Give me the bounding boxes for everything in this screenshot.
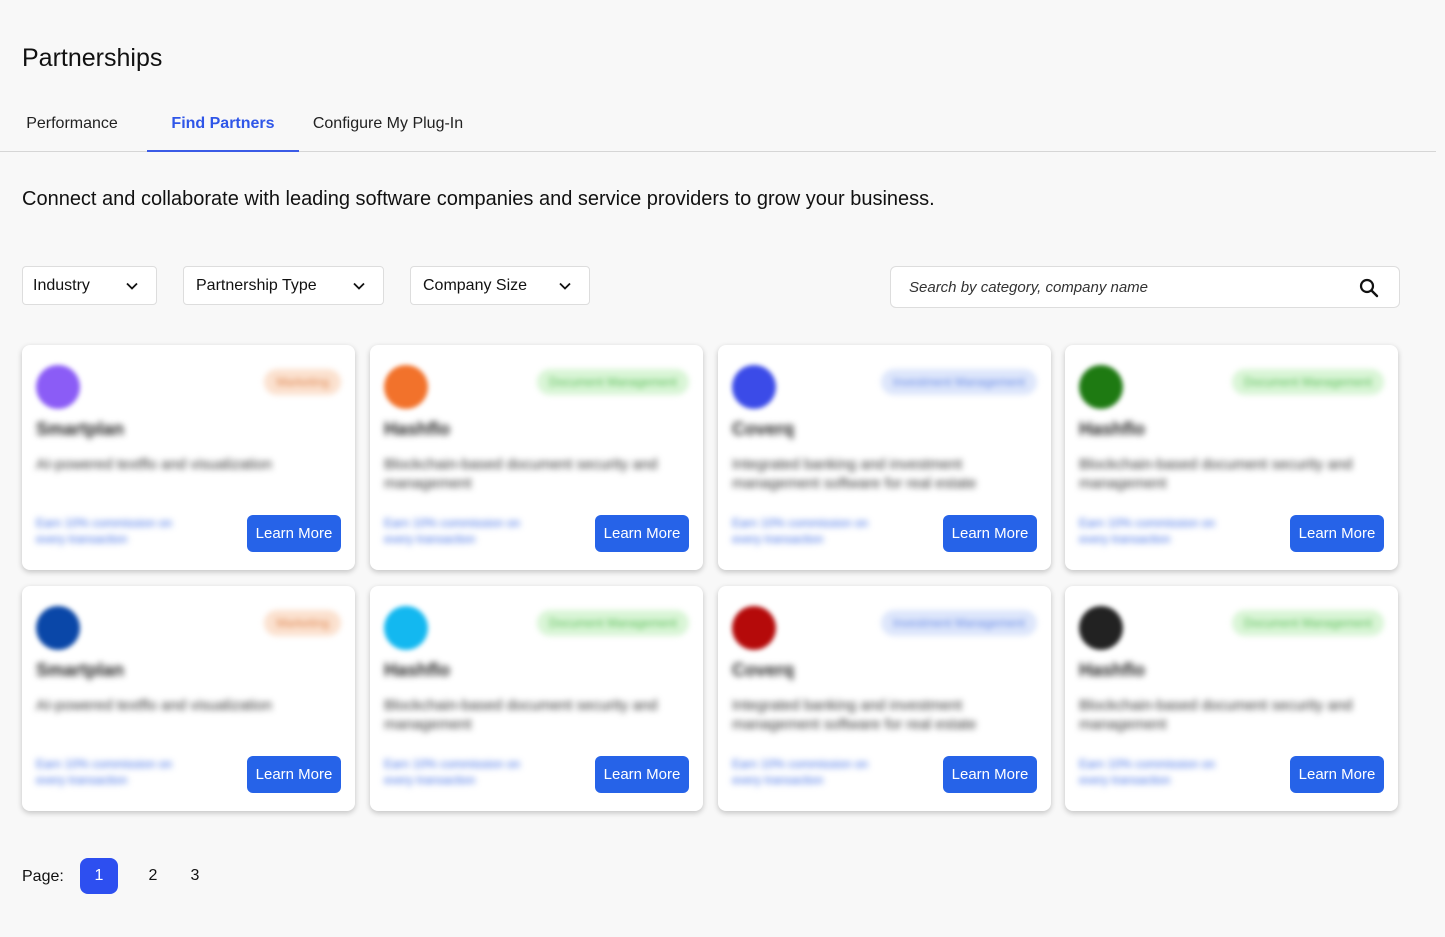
- tab-performance[interactable]: Performance: [18, 103, 126, 151]
- company-logo: [1079, 606, 1123, 650]
- tab-find-partners[interactable]: Find Partners: [147, 103, 299, 152]
- chevron-down-icon: [126, 282, 138, 290]
- learn-more-button[interactable]: Learn More: [1290, 515, 1384, 552]
- company-description: Blockchain-based document security and m…: [1079, 456, 1353, 492]
- page-button-2[interactable]: 2: [134, 858, 172, 894]
- company-description: AI-powered textflo and visualization: [36, 697, 272, 714]
- company-name: Coverq: [732, 419, 795, 439]
- commission-text: Earn 10% commission on every transaction: [1079, 516, 1216, 546]
- commission-text: Earn 10% commission on every transaction: [384, 516, 521, 546]
- partner-card[interactable]: Document Management Hashflo Blockchain-bas…: [1065, 345, 1398, 570]
- company-name: Hashflo: [1079, 419, 1146, 439]
- tab-bar: Performance Find Partners Configure My P…: [0, 103, 1436, 152]
- company-name: Smartplan: [36, 660, 125, 680]
- commission-text: Earn 10% commission on every transaction: [384, 757, 521, 787]
- company-size-dropdown-label: Company Size: [423, 277, 528, 294]
- learn-more-button[interactable]: Learn More: [1290, 756, 1384, 793]
- category-tag: Document Management: [1231, 369, 1384, 395]
- learn-more-button[interactable]: Learn More: [247, 515, 341, 552]
- pagination-label: Page:: [22, 868, 64, 885]
- intro-text: Connect and collaborate with leading sof…: [22, 188, 935, 210]
- company-name: Hashflo: [384, 419, 451, 439]
- category-tag: Investment Management: [880, 610, 1037, 636]
- company-name: Hashflo: [384, 660, 451, 680]
- industry-dropdown[interactable]: Industry: [22, 266, 157, 305]
- learn-more-button[interactable]: Learn More: [595, 515, 689, 552]
- commission-text: Earn 10% commission on every transaction: [1079, 757, 1216, 787]
- industry-dropdown-label: Industry: [33, 277, 90, 294]
- company-name: Hashflo: [1079, 660, 1146, 680]
- commission-text: Earn 10% commission on every transaction: [732, 516, 869, 546]
- company-description: Integrated banking and investment manage…: [732, 697, 977, 733]
- company-description: Blockchain-based document security and m…: [1079, 697, 1353, 733]
- search-input[interactable]: [909, 267, 1349, 307]
- commission-text: Earn 10% commission on every transaction: [732, 757, 869, 787]
- company-logo: [732, 365, 776, 409]
- page-title: Partnerships: [22, 44, 163, 72]
- partner-card[interactable]: Document Management Hashflo Blockchain-bas…: [370, 345, 703, 570]
- company-logo: [384, 365, 428, 409]
- category-tag: Document Management: [1231, 610, 1384, 636]
- company-description: Integrated banking and investment manage…: [732, 456, 977, 492]
- search-box: [890, 266, 1400, 308]
- learn-more-button[interactable]: Learn More: [943, 515, 1037, 552]
- partner-card[interactable]: Investment Management Coverq Integrated ba…: [718, 586, 1051, 811]
- tab-configure-plugin[interactable]: Configure My Plug-In: [308, 103, 468, 151]
- search-icon[interactable]: [1359, 278, 1379, 298]
- category-tag: Investment Management: [880, 369, 1037, 395]
- company-logo: [384, 606, 428, 650]
- company-size-dropdown[interactable]: Company Size: [410, 266, 590, 305]
- company-logo: [1079, 365, 1123, 409]
- commission-text: Earn 10% commission on every transaction: [36, 516, 173, 546]
- partner-card[interactable]: Marketing Smartplan AI-powered textflo and…: [22, 586, 355, 811]
- partnership-type-dropdown[interactable]: Partnership Type: [183, 266, 384, 305]
- company-description: Blockchain-based document security and m…: [384, 697, 658, 733]
- category-tag: Document Management: [536, 610, 689, 636]
- learn-more-button[interactable]: Learn More: [595, 756, 689, 793]
- category-tag: Document Management: [536, 369, 689, 395]
- learn-more-button[interactable]: Learn More: [247, 756, 341, 793]
- page-button-3[interactable]: 3: [176, 858, 214, 894]
- company-logo: [36, 365, 80, 409]
- chevron-down-icon: [353, 282, 365, 290]
- company-logo: [732, 606, 776, 650]
- learn-more-button[interactable]: Learn More: [943, 756, 1037, 793]
- company-name: Smartplan: [36, 419, 125, 439]
- partner-card[interactable]: Investment Management Coverq Integrated ba…: [718, 345, 1051, 570]
- category-tag: Marketing: [264, 610, 341, 636]
- commission-text: Earn 10% commission on every transaction: [36, 757, 173, 787]
- chevron-down-icon: [559, 282, 571, 290]
- company-description: AI-powered textflo and visualization: [36, 456, 272, 473]
- company-description: Blockchain-based document security and m…: [384, 456, 658, 492]
- partner-card[interactable]: Document Management Hashflo Blockchain-bas…: [1065, 586, 1398, 811]
- partner-card[interactable]: Document Management Hashflo Blockchain-bas…: [370, 586, 703, 811]
- category-tag: Marketing: [264, 369, 341, 395]
- partnership-type-dropdown-label: Partnership Type: [196, 277, 317, 294]
- partner-card[interactable]: Marketing Smartplan AI-powered textflo and…: [22, 345, 355, 570]
- company-name: Coverq: [732, 660, 795, 680]
- company-logo: [36, 606, 80, 650]
- page-button-1[interactable]: 1: [80, 858, 118, 894]
